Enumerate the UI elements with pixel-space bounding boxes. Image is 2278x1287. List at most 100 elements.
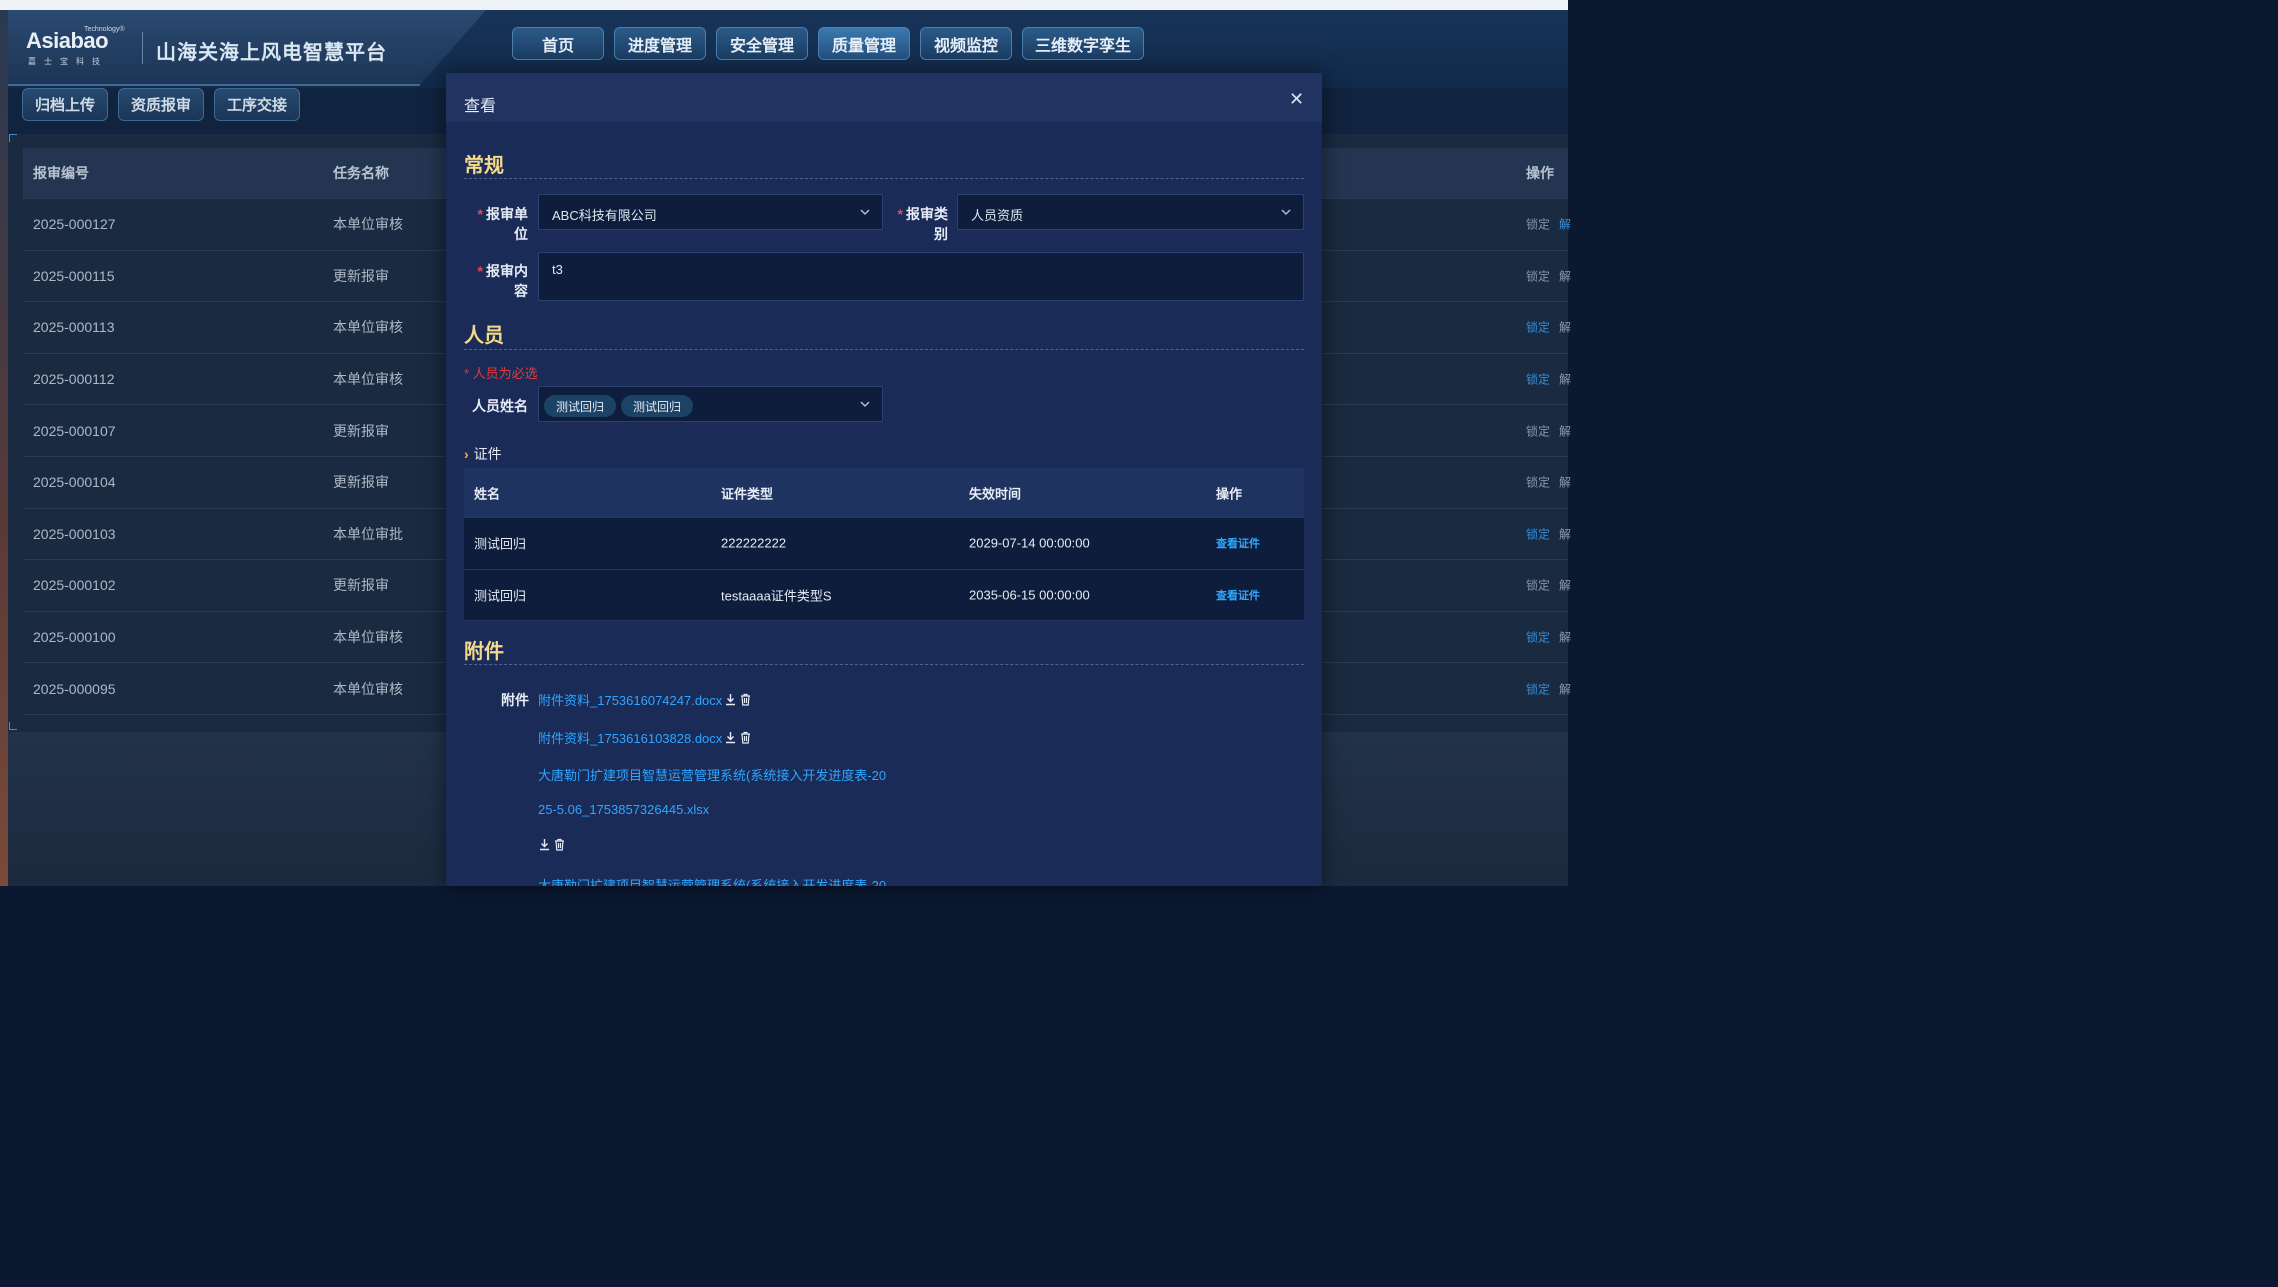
- category-select[interactable]: 人员资质: [957, 194, 1304, 230]
- download-icon[interactable]: [724, 731, 737, 744]
- nav-video[interactable]: 视频监控: [920, 27, 1012, 60]
- unlock-link[interactable]: 解: [1559, 525, 1571, 542]
- lock-link[interactable]: 锁定: [1526, 629, 1550, 646]
- nav-digital-twin[interactable]: 三维数字孪生: [1022, 27, 1145, 60]
- personnel-select[interactable]: 测试回归 测试回归: [538, 386, 883, 422]
- download-icon[interactable]: [724, 693, 737, 706]
- delete-icon[interactable]: [739, 731, 752, 744]
- section-general: 常规: [464, 155, 504, 177]
- personnel-name-label: 人员姓名: [472, 398, 528, 414]
- lock-link[interactable]: 锁定: [1526, 267, 1550, 284]
- row-id: 2025-000095: [33, 680, 116, 697]
- row-task: 本单位审核: [333, 371, 403, 388]
- unit-select[interactable]: ABC科技有限公司: [538, 194, 883, 230]
- unit-value: ABC科技有限公司: [552, 208, 657, 223]
- platform-title: 山海关海上风电智慧平台: [156, 42, 387, 64]
- panel-corner: [9, 722, 17, 730]
- section-divider: [464, 178, 1304, 179]
- unlock-link[interactable]: 解: [1559, 371, 1571, 388]
- unit-label-text: 报审单位: [486, 206, 528, 242]
- col-review-id: 报审编号: [33, 165, 89, 181]
- logo-sub: 嘉士宝科技: [28, 57, 108, 66]
- nav-quality[interactable]: 质量管理: [818, 27, 910, 60]
- view-cert-link[interactable]: 查看证件: [1216, 535, 1260, 551]
- attachment-link[interactable]: 附件资料_1753616103828.docx: [538, 728, 722, 747]
- personnel-tag[interactable]: 测试回归: [621, 395, 694, 417]
- personnel-tag[interactable]: 测试回归: [544, 395, 617, 417]
- cert-expander[interactable]: › 证件: [464, 444, 502, 464]
- cert-type: 222222222: [721, 535, 787, 551]
- lock-link[interactable]: 锁定: [1526, 422, 1550, 439]
- browser-bookmark-strip: [0, 0, 1568, 10]
- row-task: 更新报审: [333, 422, 389, 439]
- lock-link[interactable]: 锁定: [1526, 319, 1550, 336]
- dialog-title: 查看: [464, 98, 497, 115]
- row-id: 2025-000102: [33, 577, 116, 594]
- lock-link[interactable]: 锁定: [1526, 577, 1550, 594]
- col-name: 姓名: [474, 486, 501, 501]
- row-task: 本单位审核: [333, 680, 403, 697]
- lock-link[interactable]: 锁定: [1526, 474, 1550, 491]
- col-action: 操作: [1216, 486, 1243, 501]
- delete-icon[interactable]: [553, 838, 566, 851]
- row-task: 本单位审核: [333, 629, 403, 646]
- section-divider: [464, 664, 1304, 665]
- subtab-archive-upload[interactable]: 归档上传: [22, 88, 109, 121]
- unlock-link[interactable]: 解: [1559, 629, 1571, 646]
- attachment-link[interactable]: 25-5.06_1753857326445.xlsx: [538, 802, 709, 817]
- unlock-link[interactable]: 解: [1559, 577, 1571, 594]
- cert-table-header: 姓名 证件类型 失效时间 操作: [464, 468, 1304, 518]
- lock-link[interactable]: 锁定: [1526, 371, 1550, 388]
- unlock-link[interactable]: 解: [1559, 216, 1571, 233]
- cert-expire: 2035-06-15 00:00:00: [969, 587, 1090, 603]
- subtab-process-handover[interactable]: 工序交接: [214, 88, 301, 121]
- category-value: 人员资质: [971, 208, 1024, 223]
- lock-link[interactable]: 锁定: [1526, 216, 1550, 233]
- lock-link[interactable]: 锁定: [1526, 680, 1550, 697]
- cert-name: 测试回归: [474, 536, 527, 552]
- company-logo: Asiabao Technology® 嘉士宝科技: [26, 26, 126, 68]
- row-task: 更新报审: [333, 577, 389, 594]
- table-row: 测试回归 testaaaa证件类型S 2035-06-15 00:00:00 查…: [464, 569, 1304, 621]
- attachment-link[interactable]: 附件资料_1753616074247.docx: [538, 690, 722, 709]
- required-mark: *: [477, 263, 483, 279]
- unlock-link[interactable]: 解: [1559, 422, 1571, 439]
- row-id: 2025-000113: [33, 319, 115, 336]
- attachment-link[interactable]: 大唐勒门扩建项目智慧运营管理系统(系统接入开发进度表-20: [538, 765, 886, 784]
- nav-home[interactable]: 首页: [512, 27, 604, 60]
- col-cert-type: 证件类型: [721, 486, 774, 501]
- table-row: 测试回归 222222222 2029-07-14 00:00:00 查看证件: [464, 518, 1304, 570]
- view-dialog: 查看 ✕ 常规 * 报审单位 ABC科技有限公司 * 报审类别 人员资质 * 报审内容…: [446, 73, 1322, 886]
- section-divider: [464, 349, 1304, 350]
- left-edge: [0, 10, 8, 886]
- section-attachments: 附件: [464, 641, 504, 663]
- download-icon[interactable]: [538, 838, 551, 851]
- attachment-actions: [538, 838, 566, 851]
- unlock-link[interactable]: 解: [1559, 267, 1571, 284]
- chevron-down-icon: [1281, 209, 1291, 216]
- unlock-link[interactable]: 解: [1559, 680, 1571, 697]
- row-id: 2025-000112: [33, 371, 115, 388]
- unlock-link[interactable]: 解: [1559, 319, 1571, 336]
- view-cert-link[interactable]: 查看证件: [1216, 587, 1260, 603]
- dialog-header: 查看 ✕: [446, 73, 1322, 122]
- row-task: 更新报审: [333, 267, 389, 284]
- nav-safety[interactable]: 安全管理: [716, 27, 808, 60]
- chevron-right-icon: ›: [464, 446, 469, 462]
- cert-title: 证件: [473, 446, 502, 462]
- content-textarea[interactable]: t3: [538, 252, 1304, 301]
- lock-link[interactable]: 锁定: [1526, 525, 1550, 542]
- subtab-qualification-review[interactable]: 资质报审: [118, 88, 205, 121]
- unlock-link[interactable]: 解: [1559, 474, 1571, 491]
- delete-icon[interactable]: [739, 693, 752, 706]
- cert-expire: 2029-07-14 00:00:00: [969, 535, 1090, 551]
- content-value: t3: [552, 262, 563, 277]
- col-task-name: 任务名称: [333, 165, 389, 181]
- close-icon[interactable]: ✕: [1289, 90, 1304, 108]
- nav-progress[interactable]: 进度管理: [614, 27, 706, 60]
- row-id: 2025-000115: [33, 267, 115, 284]
- attachment-link[interactable]: 大唐勒门扩建项目智慧运营管理系统(系统接入开发进度表-20: [538, 875, 886, 886]
- row-id: 2025-000103: [33, 525, 116, 542]
- logo-tech: Technology®: [84, 26, 125, 33]
- row-id: 2025-000104: [33, 474, 116, 491]
